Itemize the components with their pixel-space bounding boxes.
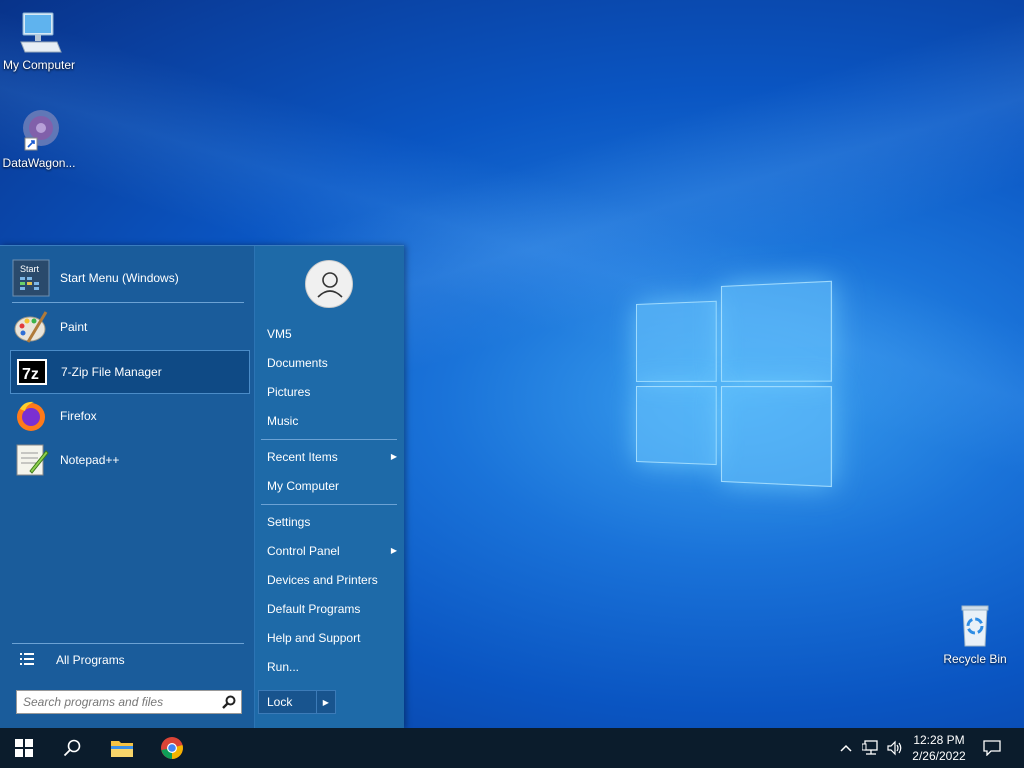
notepadpp-icon (12, 441, 50, 479)
all-programs-label: All Programs (56, 653, 125, 667)
link-control-panel[interactable]: Control Panel ▶ (267, 541, 397, 561)
chevron-right-icon: ▶ (390, 452, 397, 461)
link-my-computer[interactable]: My Computer (267, 476, 397, 496)
link-label: Recent Items (267, 450, 338, 464)
paint-palette-icon (12, 308, 50, 346)
network-icon[interactable] (860, 728, 882, 768)
all-programs-button[interactable]: All Programs (12, 638, 252, 682)
chevron-right-icon: ▶ (390, 546, 397, 555)
program-label: 7-Zip File Manager (61, 365, 162, 379)
firefox-icon (12, 397, 50, 435)
start-menu: Start Start Menu (Windows) Paint 7z 7-Zi… (0, 245, 404, 730)
search-input[interactable] (17, 691, 213, 713)
list-icon (12, 652, 40, 668)
start-menu-programs-pane: Start Start Menu (Windows) Paint 7z 7-Zi… (0, 246, 254, 730)
lock-label: Lock (267, 695, 293, 709)
link-devices-and-printers[interactable]: Devices and Printers (267, 570, 397, 590)
link-documents[interactable]: Documents (267, 353, 397, 373)
program-notepad-plus-plus[interactable]: Notepad++ (10, 438, 250, 482)
link-run[interactable]: Run... (267, 657, 397, 677)
program-paint[interactable]: Paint (10, 305, 250, 349)
search-icon[interactable] (222, 695, 236, 712)
svg-text:Start: Start (20, 264, 40, 274)
desktop-icon-recycle-bin[interactable]: Recycle Bin (936, 602, 1014, 666)
chrome-icon[interactable] (148, 728, 196, 768)
link-pictures[interactable]: Pictures (267, 382, 397, 402)
desktop-icon-label: Recycle Bin (943, 652, 1007, 666)
taskbar: 12:28 PM 2/26/2022 (0, 728, 1024, 768)
start-menu-links-pane: VM5 Documents Pictures Music Recent Item… (254, 246, 404, 730)
search-icon[interactable] (48, 728, 96, 768)
desktop-icon-my-computer[interactable]: My Computer (0, 8, 78, 72)
link-music[interactable]: Music (267, 411, 397, 431)
user-name-link[interactable]: VM5 (267, 324, 397, 344)
chevron-up-icon[interactable] (836, 728, 856, 768)
notification-icon[interactable] (980, 728, 1004, 768)
7zip-icon: 7z (13, 353, 51, 391)
datawagon-shortcut-icon (15, 106, 63, 154)
separator (261, 504, 397, 505)
link-help-and-support[interactable]: Help and Support (267, 628, 397, 648)
program-label: Paint (60, 320, 88, 334)
windows-logo-wallpaper (636, 280, 834, 490)
desktop-icon-label: DataWagon... (2, 156, 76, 170)
recycle-bin-icon (951, 602, 999, 650)
program-firefox[interactable]: Firefox (10, 394, 250, 438)
link-recent-items[interactable]: Recent Items ▶ (267, 447, 397, 467)
chevron-right-icon[interactable]: ▶ (315, 691, 335, 713)
lock-button[interactable]: Lock ▶ (258, 690, 336, 714)
link-settings[interactable]: Settings (267, 512, 397, 532)
program-label: Firefox (60, 409, 97, 423)
clock-time: 12:28 PM (913, 733, 965, 747)
computer-icon (15, 8, 63, 56)
desktop-icon-label: My Computer (2, 58, 76, 72)
separator (261, 439, 397, 440)
system-clock[interactable]: 12:28 PM 2/26/2022 (900, 732, 978, 764)
start-menu-icon: Start (12, 259, 50, 297)
separator (12, 302, 244, 303)
program-7zip-file-manager[interactable]: 7z 7-Zip File Manager (10, 350, 250, 394)
svg-text:7z: 7z (22, 366, 39, 383)
clock-date: 2/26/2022 (912, 749, 966, 763)
file-explorer-icon[interactable] (98, 728, 146, 768)
windows-start-icon[interactable] (0, 728, 48, 768)
desktop-icon-datawagon[interactable]: DataWagon... (0, 106, 78, 170)
program-label: Notepad++ (60, 453, 120, 467)
program-label: Start Menu (Windows) (60, 271, 179, 285)
user-avatar[interactable] (305, 260, 353, 308)
link-label: Control Panel (267, 544, 340, 558)
program-start-menu-windows[interactable]: Start Start Menu (Windows) (10, 256, 250, 300)
link-default-programs[interactable]: Default Programs (267, 599, 397, 619)
search-box[interactable] (16, 690, 242, 714)
